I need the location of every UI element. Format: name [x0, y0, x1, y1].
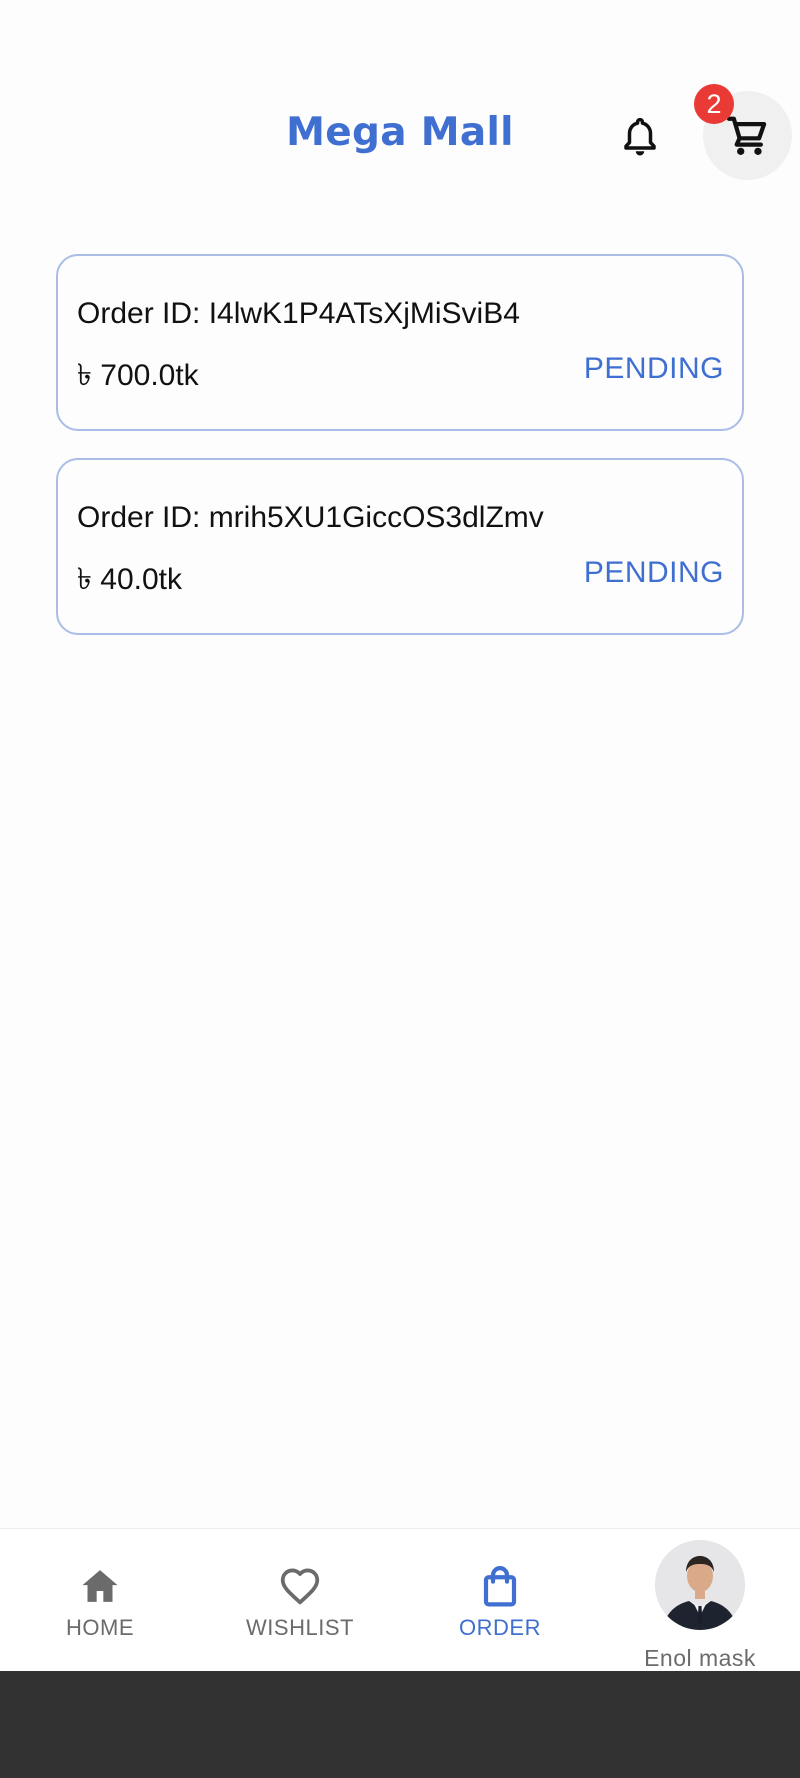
app-bar: Mega Mall — [0, 72, 800, 202]
order-id-text: Order ID: mrih5XU1GiccOS3dlZmv — [77, 501, 544, 534]
profile-photo — [655, 1540, 745, 1630]
nav-item-wishlist[interactable]: WISHLIST — [200, 1529, 400, 1672]
cart-icon — [726, 116, 766, 155]
nav-item-order[interactable]: ORDER — [400, 1529, 600, 1672]
nav-item-home[interactable]: HOME — [0, 1529, 200, 1672]
order-list: Order ID: I4lwK1P4ATsXjMiSviB4 ৳ 700.0tk… — [56, 254, 744, 662]
order-card[interactable]: Order ID: I4lwK1P4ATsXjMiSviB4 ৳ 700.0tk… — [56, 254, 744, 431]
order-status-badge: PENDING — [583, 352, 724, 385]
page-title: Mega Mall — [286, 110, 514, 155]
order-id-text: Order ID: I4lwK1P4ATsXjMiSviB4 — [77, 297, 520, 330]
bell-outline-icon — [624, 117, 656, 156]
order-price: ৳ 700.0tk — [77, 359, 199, 392]
order-price: ৳ 40.0tk — [77, 563, 183, 596]
order-card[interactable]: Order ID: mrih5XU1GiccOS3dlZmv ৳ 40.0tk … — [56, 458, 744, 635]
heart-outline-icon — [280, 1568, 320, 1605]
avatar[interactable] — [655, 1540, 745, 1630]
home-icon — [82, 1570, 118, 1602]
bottom-navigation: HOME WISHLIST ORDER Enol mask — [0, 1528, 800, 1671]
nav-label-wishlist: WISHLIST — [246, 1615, 354, 1640]
order-status-badge: PENDING — [583, 556, 724, 589]
profile-name[interactable]: Enol mask — [600, 1645, 800, 1672]
cart-count-badge: 2 — [694, 84, 734, 124]
system-navigation-bar — [0, 1671, 800, 1778]
notifications-button[interactable] — [612, 110, 668, 166]
nav-label-home: HOME — [66, 1615, 134, 1640]
nav-label-order: ORDER — [459, 1615, 541, 1640]
shopping-bag-icon — [483, 1566, 517, 1607]
